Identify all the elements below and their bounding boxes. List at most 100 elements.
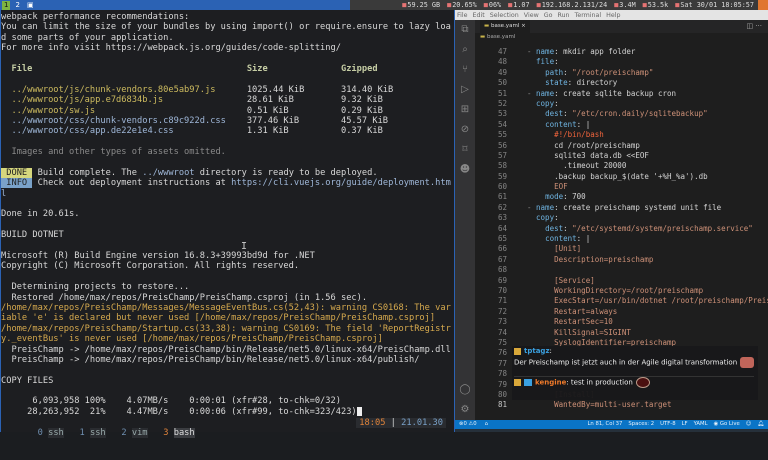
menu-item-run[interactable]: Run: [557, 12, 569, 19]
menu-item-edit[interactable]: Edit: [473, 12, 485, 19]
chat-badge-icon: [514, 347, 521, 355]
tmux-window-name: vim: [131, 428, 148, 439]
go-live-button[interactable]: ◉ Go Live: [714, 420, 740, 429]
stat-value: 3.4M: [619, 1, 636, 9]
chat-username: kengine: [535, 378, 567, 387]
chat-text: test in production: [568, 378, 633, 387]
tmux-window-2[interactable]: 2 vim: [121, 428, 148, 439]
code-token: :: [563, 109, 573, 119]
split-editor-icon[interactable]: ◫: [746, 22, 753, 30]
code-line: 56 cd /root/preischamp: [475, 141, 768, 151]
terminal-line: Determining projects to restore...: [1, 282, 454, 292]
menu-item-terminal[interactable]: Terminal: [575, 12, 602, 19]
line-number: 75: [497, 337, 507, 347]
code-token: cd /root/preischamp: [527, 140, 640, 150]
encoding[interactable]: UTF-8: [660, 420, 675, 429]
stat-value: 06%: [488, 1, 502, 9]
menu-item-selection[interactable]: Selection: [490, 12, 519, 19]
tmux-separator: |: [385, 418, 402, 428]
tmux-window-index: 0: [37, 428, 43, 439]
terminal-text: ../wwwroot: [142, 167, 195, 178]
terminal-text: /home/max/repos/PreisChamp/Messages/Mess…: [1, 302, 451, 313]
code-token: state: [545, 78, 568, 88]
line-number: 57: [497, 150, 507, 160]
terminal-pane[interactable]: webpack performance recommendations: You …: [0, 10, 455, 439]
terminal-text: 28,263,952 21% 4.47MB/s 0:00:06 (xfr#99,…: [1, 406, 357, 417]
terminal-text: PreisChamp -> /home/max/repos/PreisChamp…: [1, 344, 451, 355]
tmux-window-name: ssh: [89, 428, 106, 439]
account-icon[interactable]: ◯: [455, 380, 475, 400]
code-token: :: [554, 57, 559, 67]
close-tab-icon[interactable]: ×: [521, 23, 526, 29]
workspace-1[interactable]: 1: [2, 0, 11, 10]
tmux-window-0[interactable]: 0 ssh: [37, 428, 64, 439]
code-line: 55 #!/bin/bash: [475, 130, 768, 140]
cursor-position[interactable]: Ln 81, Col 37: [587, 420, 622, 429]
line-ending[interactable]: LF: [682, 420, 688, 429]
extensions-icon[interactable]: ⊞: [455, 100, 475, 120]
menu-item-help[interactable]: Help: [606, 12, 620, 19]
language-mode[interactable]: YAML: [694, 420, 708, 429]
code-token: EOF: [527, 182, 568, 192]
code-token: WantedBy=multi-user.target: [527, 400, 672, 410]
run-debug-icon[interactable]: ▷: [455, 80, 475, 100]
code-token: Description=preischamp: [527, 254, 654, 264]
menu-item-view[interactable]: View: [524, 12, 539, 19]
code-line: 62 - name: create preischamp systemd unit…: [475, 203, 768, 213]
code-line: 64 dest: "/etc/systemd/system/preischamp…: [475, 224, 768, 234]
code-line: 70 WorkingDirectory=/root/preischamp: [475, 286, 768, 296]
explorer-icon[interactable]: ⧉: [455, 20, 475, 40]
code-token: : create preischamp systemd unit file: [554, 202, 722, 212]
activity-bar: ⧉ ⌕ ⑂ ▷ ⊞ ⊘ ⌑ ☻ ◯ ⚙: [455, 20, 475, 420]
terminal-line: COPY FILES: [1, 376, 454, 386]
terminal-line: File Size Gzipped: [1, 64, 454, 74]
terminal-text: webpack performance recommendations:: [1, 12, 190, 22]
line-number: 55: [497, 130, 507, 140]
layout-icon[interactable]: ▣: [25, 1, 36, 10]
tmux-window-index: 2: [121, 428, 127, 439]
terminal-text: Determining projects to restore...: [1, 282, 190, 293]
asset-size: Size: [246, 63, 268, 74]
tmux-window-3[interactable]: 3 bash: [163, 428, 195, 439]
home-icon[interactable]: ⌂: [485, 420, 488, 429]
indentation[interactable]: Spaces: 2: [628, 420, 654, 429]
notifications-icon[interactable]: 🔔︎: [757, 420, 764, 429]
more-actions-icon[interactable]: ···: [755, 22, 762, 30]
workspace-switcher: 1 2 ▣: [0, 0, 350, 10]
chat-text: Der Preischamp ist jetzt auch in der Agi…: [514, 358, 738, 367]
bookmark-icon[interactable]: ⌑: [455, 140, 475, 160]
tab-base-yaml[interactable]: ▬ base.yaml ×: [480, 20, 530, 33]
terminal-line: Microsoft (R) Build Engine version 16.8.…: [1, 251, 454, 261]
asset-file: ../wwwroot/css/chunk-vendors.c89c922d.cs…: [11, 115, 226, 126]
menu-item-go[interactable]: Go: [544, 12, 553, 19]
asset-size: 0.51 KiB: [246, 105, 289, 116]
gitlens-icon[interactable]: ☻: [455, 160, 475, 180]
line-number: 65: [497, 234, 507, 244]
menu-item-file[interactable]: File: [457, 12, 468, 19]
feedback-icon[interactable]: ☺: [746, 420, 752, 429]
clock-icon: ■: [675, 1, 680, 9]
settings-gear-icon[interactable]: ⚙: [455, 400, 475, 420]
code-token: :: [554, 213, 559, 223]
workspace-2[interactable]: 2: [13, 1, 21, 10]
testing-icon[interactable]: ⊘: [455, 120, 475, 140]
code-token: -: [527, 202, 537, 212]
line-number: 71: [497, 296, 507, 306]
source-control-icon[interactable]: ⑂: [455, 60, 475, 80]
terminal-text: /home/max/repos/PreisChamp/Startup.cs(33…: [1, 323, 451, 334]
breadcrumb[interactable]: ▬ base.yaml: [480, 33, 515, 42]
power-icon[interactable]: [758, 0, 768, 10]
code-token: [Unit]: [527, 244, 582, 254]
tmux-window-name: ssh: [48, 428, 64, 439]
terminal-text: y._eventBus' is never used [/home/max/re…: [1, 334, 383, 345]
code-token: : |: [576, 234, 591, 244]
tmux-window-1[interactable]: 1 ssh: [80, 428, 106, 439]
network-icon: ■: [536, 1, 541, 9]
problems-indicator[interactable]: ⊗0 ⚠0: [459, 420, 477, 429]
search-icon[interactable]: ⌕: [455, 40, 475, 60]
code-line: 53 dest: "/etc/cron.daily/sqlitebackup": [475, 109, 768, 119]
